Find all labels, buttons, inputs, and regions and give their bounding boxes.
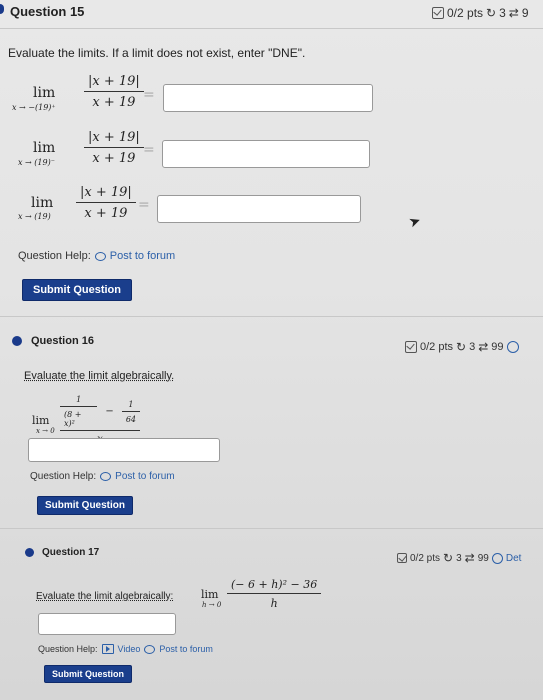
question-15-instruction: Evaluate the limits. If a limit does not…	[8, 46, 306, 60]
fraction: |x + 19| x + 19	[84, 74, 144, 110]
equals-sign: =	[138, 197, 150, 213]
lim-subscript: h → 0	[202, 601, 222, 609]
answer-input-17[interactable]	[38, 613, 176, 635]
help-label: Question Help:	[18, 250, 91, 262]
numerator: (− 6 + h)² − 36	[231, 578, 318, 591]
points-label: 0/2 pts	[420, 341, 454, 353]
numerator: |x + 19|	[80, 185, 132, 200]
numerator: |x + 19|	[88, 74, 140, 89]
attempts-icon: ⇄	[464, 551, 475, 565]
answer-input-3[interactable]	[157, 195, 361, 223]
video-icon	[101, 644, 114, 654]
forum-icon	[144, 644, 156, 654]
retry-count: 3	[469, 341, 476, 353]
question-16-help: Question Help: Post to forum	[30, 471, 175, 482]
details-icon[interactable]	[506, 341, 519, 353]
question-15-title: Question 15	[10, 4, 85, 19]
lim-subscript: x → (19)⁻	[18, 158, 55, 167]
fraction: |x + 19| x + 19	[76, 185, 136, 221]
attempts-icon: ⇄	[478, 340, 489, 354]
question-17-help: Question Help: Video Post to forum	[38, 644, 213, 654]
checkbox-icon	[397, 553, 407, 563]
attempts-count: 99	[477, 552, 489, 564]
retry-count: 3	[456, 552, 462, 564]
submit-question-button[interactable]: Submit Question	[37, 496, 133, 515]
inner-fraction-2: 1 64	[121, 399, 140, 424]
question-16-instruction: Evaluate the limit algebraically.	[24, 370, 174, 382]
denominator: x + 19	[92, 95, 136, 110]
attempts-icon: ⇄	[508, 6, 519, 20]
inner-numerator: 1	[76, 395, 82, 404]
instruction-text: Evaluate the limit algebraically.	[24, 370, 175, 382]
points-label: 0/2 pts	[447, 6, 484, 20]
retry-icon: ↻	[486, 6, 497, 20]
question-16-title: Question 16	[31, 335, 94, 347]
mouse-cursor-icon: ➤	[406, 211, 423, 231]
attempts-count: 9	[521, 6, 529, 20]
retry-icon: ↻	[443, 551, 454, 565]
points-label: 0/2 pts	[410, 552, 441, 564]
inner-denominator: (8 + x)²	[64, 410, 82, 428]
question-17-instruction: Evaluate the limit algebraically:	[36, 591, 173, 602]
details-link[interactable]: Det	[506, 553, 522, 564]
question-15-marker	[0, 4, 4, 14]
divider	[0, 528, 543, 529]
answer-input-16[interactable]	[28, 438, 220, 462]
retry-count: 3	[499, 6, 506, 20]
post-to-forum-link[interactable]: Post to forum	[110, 250, 175, 262]
checkbox-icon	[405, 341, 417, 353]
denominator: x + 19	[84, 206, 128, 221]
instruction-text: Evaluate the limit algebraically:	[36, 591, 174, 602]
fraction: (− 6 + h)² − 36 h	[227, 578, 322, 610]
attempts-count: 99	[491, 341, 504, 353]
lim-subscript: x → −(19)⁺	[12, 103, 56, 112]
answer-input-1[interactable]	[163, 84, 373, 112]
lim-label: lim	[201, 588, 219, 601]
help-label: Question Help:	[38, 644, 98, 654]
inner-denominator: 64	[125, 414, 136, 424]
question-15-score: 0/2 pts ↻ 3 ⇄ 9	[432, 6, 529, 20]
question-16-marker	[12, 336, 22, 346]
help-label: Question Help:	[30, 471, 97, 482]
details-icon	[491, 552, 503, 564]
inner-fraction-1: 1 (8 + x)²	[60, 395, 98, 428]
fraction: |x + 19| x + 19	[84, 130, 144, 166]
checkbox-icon	[432, 7, 444, 19]
video-link[interactable]: Video	[118, 644, 141, 654]
numerator: |x + 19|	[88, 130, 140, 145]
submit-question-button[interactable]: Submit Question	[22, 279, 132, 301]
divider	[0, 316, 543, 317]
submit-question-button[interactable]: Submit Question	[44, 665, 132, 683]
question-16-score: 0/2 pts ↻ 3 ⇄ 99	[405, 340, 519, 354]
denominator: x + 19	[92, 151, 136, 166]
question-15-help: Question Help: Post to forum	[18, 250, 175, 262]
forum-icon	[100, 472, 112, 481]
equals-sign: =	[143, 87, 155, 103]
post-to-forum-link[interactable]: Post to forum	[115, 471, 174, 482]
divider	[0, 28, 543, 29]
lim-label: lim	[33, 85, 56, 101]
page: Question 15 0/2 pts ↻ 3 ⇄ 9 Evaluate the…	[0, 0, 543, 700]
question-17-title: Question 17	[42, 547, 100, 558]
question-17-marker	[25, 548, 34, 557]
question-17-score: 0/2 pts ↻ 3 ⇄ 99 Det	[397, 551, 521, 565]
inner-numerator: 1	[128, 399, 134, 409]
denominator: h	[270, 597, 278, 610]
lim-label: lim	[31, 195, 54, 211]
lim-label: lim	[32, 414, 50, 427]
forum-icon	[94, 251, 106, 261]
retry-icon: ↻	[456, 340, 467, 354]
minus-sign: −	[105, 406, 114, 417]
equals-sign: =	[143, 142, 155, 158]
lim-label: lim	[33, 140, 56, 156]
lim-subscript: x → 0	[36, 427, 55, 435]
post-to-forum-link[interactable]: Post to forum	[159, 644, 213, 654]
answer-input-2[interactable]	[162, 140, 370, 168]
lim-subscript: x → (19)	[18, 212, 51, 221]
